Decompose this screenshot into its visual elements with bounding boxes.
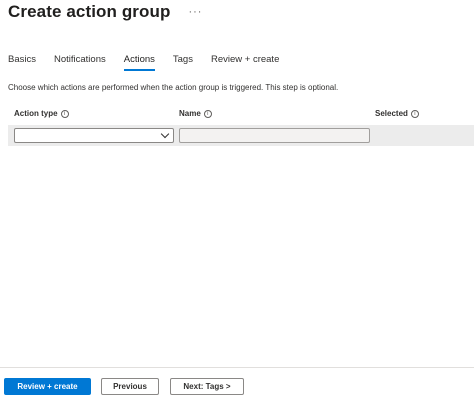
next-tags-button[interactable]: Next: Tags > (170, 378, 244, 395)
review-create-button[interactable]: Review + create (4, 378, 91, 395)
step-description: Choose which actions are performed when … (8, 83, 339, 92)
name-input[interactable] (179, 128, 370, 143)
column-label-name: Name (179, 109, 201, 118)
info-icon[interactable]: i (203, 110, 212, 118)
create-action-group-page: Create action group ··· Basics Notificat… (0, 0, 474, 402)
column-label-selected: Selected (375, 109, 408, 118)
action-row (8, 125, 474, 146)
chevron-down-icon (160, 129, 170, 139)
column-header-selected: Selected i (375, 108, 419, 120)
column-header-action-type: Action type i (14, 108, 69, 120)
page-header: Create action group ··· (8, 0, 202, 24)
tab-actions[interactable]: Actions (123, 52, 156, 72)
info-icon[interactable]: i (60, 110, 69, 118)
more-icon[interactable]: ··· (188, 2, 202, 22)
info-icon[interactable]: i (410, 110, 419, 118)
tab-basics[interactable]: Basics (8, 52, 36, 72)
page-title: Create action group (8, 2, 171, 21)
tab-review-create[interactable]: Review + create (211, 52, 279, 72)
action-type-dropdown[interactable] (14, 128, 174, 143)
tab-bar: Basics Notifications Actions Tags Review… (8, 52, 297, 72)
tab-tags[interactable]: Tags (173, 52, 193, 72)
column-header-name: Name i (179, 108, 212, 120)
previous-button[interactable]: Previous (101, 378, 159, 395)
tab-notifications[interactable]: Notifications (54, 52, 106, 72)
column-label-action-type: Action type (14, 109, 58, 118)
footer-divider (0, 367, 474, 368)
